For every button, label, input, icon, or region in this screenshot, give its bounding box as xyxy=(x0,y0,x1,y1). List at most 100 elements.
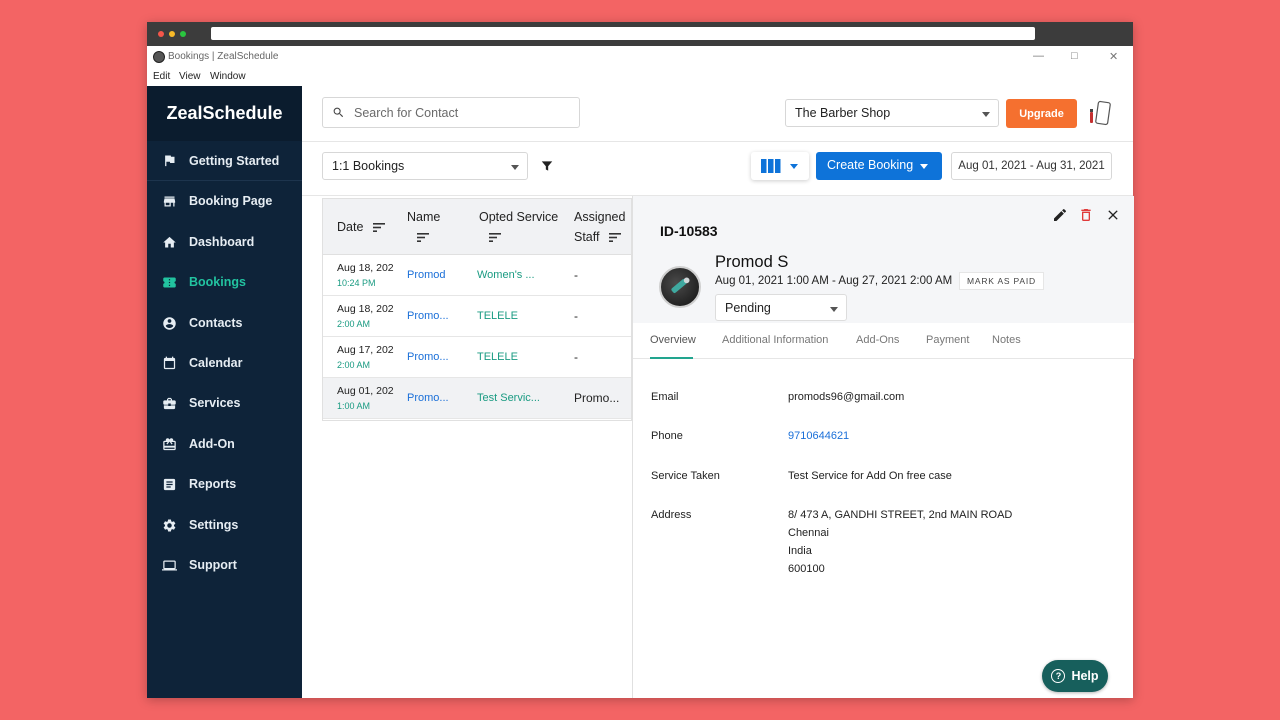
close-icon[interactable]: ✕ xyxy=(1109,50,1118,63)
search-icon xyxy=(333,107,344,118)
sidebar-item-support[interactable]: Support xyxy=(147,545,302,585)
sidebar-item-label: Dashboard xyxy=(189,235,255,249)
upgrade-button[interactable]: Upgrade xyxy=(1006,99,1077,128)
sidebar-item-services[interactable]: Services xyxy=(147,383,302,423)
status-select[interactable]: Pending xyxy=(715,294,847,321)
table-row[interactable]: Aug 18, 202 10:24 PM Promod Women's ... … xyxy=(323,255,631,296)
cell-service[interactable]: Women's ... xyxy=(477,269,535,281)
cell-name[interactable]: Promo... xyxy=(407,392,449,404)
sort-icon[interactable] xyxy=(489,233,501,243)
tab-overview[interactable]: Overview xyxy=(650,334,696,346)
minimize-icon[interactable]: — xyxy=(1033,50,1044,62)
cell-date: Aug 18, 202 xyxy=(337,262,394,274)
minimize-dot[interactable] xyxy=(169,31,175,37)
column-header-date[interactable]: Date xyxy=(337,217,385,237)
cell-time: 2:00 AM xyxy=(337,360,371,370)
app-window: Bookings | ZealSchedule — □ ✕ Edit View … xyxy=(147,22,1134,698)
sidebar-item-reports[interactable]: Reports xyxy=(147,464,302,504)
sidebar-item-label: Settings xyxy=(189,518,239,532)
search-input[interactable] xyxy=(354,104,569,122)
briefcase-icon xyxy=(161,395,177,411)
storefront-icon xyxy=(161,193,177,209)
cell-service[interactable]: Test Servic... xyxy=(477,392,540,404)
sidebar-item-settings[interactable]: Settings xyxy=(147,505,302,545)
table-row[interactable]: Aug 17, 202 2:00 AM Promo... TELELE - xyxy=(323,337,631,378)
cell-name[interactable]: Promo... xyxy=(407,310,449,322)
brand-logo[interactable]: ZealSchedule xyxy=(147,86,302,141)
mark-as-paid-button[interactable]: MARK AS PAID xyxy=(959,272,1044,290)
sidebar-item-calendar[interactable]: Calendar xyxy=(147,343,302,383)
address-label: Address xyxy=(651,509,692,521)
edit-icon[interactable] xyxy=(1052,207,1068,223)
column-header-name[interactable]: Name xyxy=(407,207,440,247)
sidebar-item-dashboard[interactable]: Dashboard xyxy=(147,222,302,262)
cell-staff: - xyxy=(574,350,578,364)
layout-toggle-button[interactable] xyxy=(751,152,809,180)
table-row-selected[interactable]: Aug 01, 202 1:00 AM Promo... Test Servic… xyxy=(323,378,631,419)
sort-icon[interactable] xyxy=(372,223,385,233)
address-value: 8/ 473 A, GANDHI STREET, 2nd MAIN ROAD C… xyxy=(788,509,1013,575)
cell-time: 10:24 PM xyxy=(337,278,376,288)
chevron-down-icon[interactable] xyxy=(920,164,928,169)
sidebar-item-label: Bookings xyxy=(189,275,246,289)
maximize-dot[interactable] xyxy=(180,31,186,37)
tab-additional-information[interactable]: Additional Information xyxy=(722,334,828,346)
report-icon xyxy=(161,476,177,492)
active-tab-indicator xyxy=(650,357,693,359)
tab-payment[interactable]: Payment xyxy=(926,334,969,346)
cell-name[interactable]: Promo... xyxy=(407,351,449,363)
bookings-table: Date Name Opted Service Assigned Staff A… xyxy=(322,198,632,421)
create-booking-button[interactable]: Create Booking xyxy=(816,152,942,180)
calendar-icon xyxy=(161,355,177,371)
sidebar-item-bookings[interactable]: Bookings xyxy=(147,262,302,302)
sidebar-item-label: Contacts xyxy=(189,316,243,330)
sidebar-item-label: Booking Page xyxy=(189,194,273,208)
date-range-picker[interactable]: Aug 01, 2021 - Aug 31, 2021 xyxy=(951,152,1112,180)
cell-name[interactable]: Promod xyxy=(407,269,446,281)
phone-link[interactable]: 9710644621 xyxy=(788,427,849,445)
laptop-icon xyxy=(161,557,177,573)
close-icon[interactable] xyxy=(1105,207,1121,223)
help-button[interactable]: ? Help xyxy=(1042,660,1108,692)
search-box[interactable] xyxy=(322,97,580,128)
column-header-staff[interactable]: Assigned Staff xyxy=(574,207,625,247)
shop-select-value: The Barber Shop xyxy=(795,106,891,120)
sidebar-item-booking-page[interactable]: Booking Page xyxy=(147,181,302,221)
sidebar-item-getting-started[interactable]: Getting Started xyxy=(147,141,302,181)
booking-detail-header: ID-10583 Promod S Aug 01, 2021 1:00 AM -… xyxy=(633,196,1134,323)
maximize-icon[interactable]: □ xyxy=(1071,50,1078,62)
table-header: Date Name Opted Service Assigned Staff xyxy=(323,199,631,255)
cell-staff: Promo... xyxy=(574,391,620,405)
tab-add-ons[interactable]: Add-Ons xyxy=(856,334,899,346)
service-label: Service Taken xyxy=(651,470,720,482)
menu-edit[interactable]: Edit xyxy=(153,71,170,82)
sidebar-item-label: Reports xyxy=(189,477,237,491)
menu-window[interactable]: Window xyxy=(210,71,246,82)
cell-service[interactable]: TELELE xyxy=(477,351,518,363)
help-circle-icon: ? xyxy=(1051,669,1066,683)
filter-icon[interactable] xyxy=(540,159,554,173)
service-value: Test Service for Add On free case xyxy=(788,470,952,482)
cell-service[interactable]: TELELE xyxy=(477,310,518,322)
sort-icon[interactable] xyxy=(608,233,621,243)
table-row[interactable]: Aug 18, 202 2:00 AM Promo... TELELE - xyxy=(323,296,631,337)
sidebar-item-add-on[interactable]: Add-On xyxy=(147,424,302,464)
main-content: The Barber Shop Upgrade 1:1 Bookings xyxy=(302,86,1134,698)
delete-icon[interactable] xyxy=(1078,207,1094,223)
user-profile-icon[interactable] xyxy=(1087,100,1113,126)
shop-select[interactable]: The Barber Shop xyxy=(785,99,999,127)
sidebar-item-contacts[interactable]: Contacts xyxy=(147,303,302,343)
sort-icon[interactable] xyxy=(417,233,429,243)
menu-view[interactable]: View xyxy=(179,71,201,82)
column-header-service[interactable]: Opted Service xyxy=(479,207,558,247)
booking-time: Aug 01, 2021 1:00 AM - Aug 27, 2021 2:00… xyxy=(715,275,953,287)
address-bar[interactable] xyxy=(211,27,1035,40)
flag-icon xyxy=(161,153,177,169)
close-dot[interactable] xyxy=(158,31,164,37)
booking-view-select[interactable]: 1:1 Bookings xyxy=(322,152,528,180)
help-label: Help xyxy=(1071,669,1099,683)
top-bar: The Barber Shop Upgrade xyxy=(302,86,1133,142)
chevron-down-icon xyxy=(982,112,990,117)
browser-chrome xyxy=(147,22,1133,46)
tab-notes[interactable]: Notes xyxy=(992,334,1021,346)
